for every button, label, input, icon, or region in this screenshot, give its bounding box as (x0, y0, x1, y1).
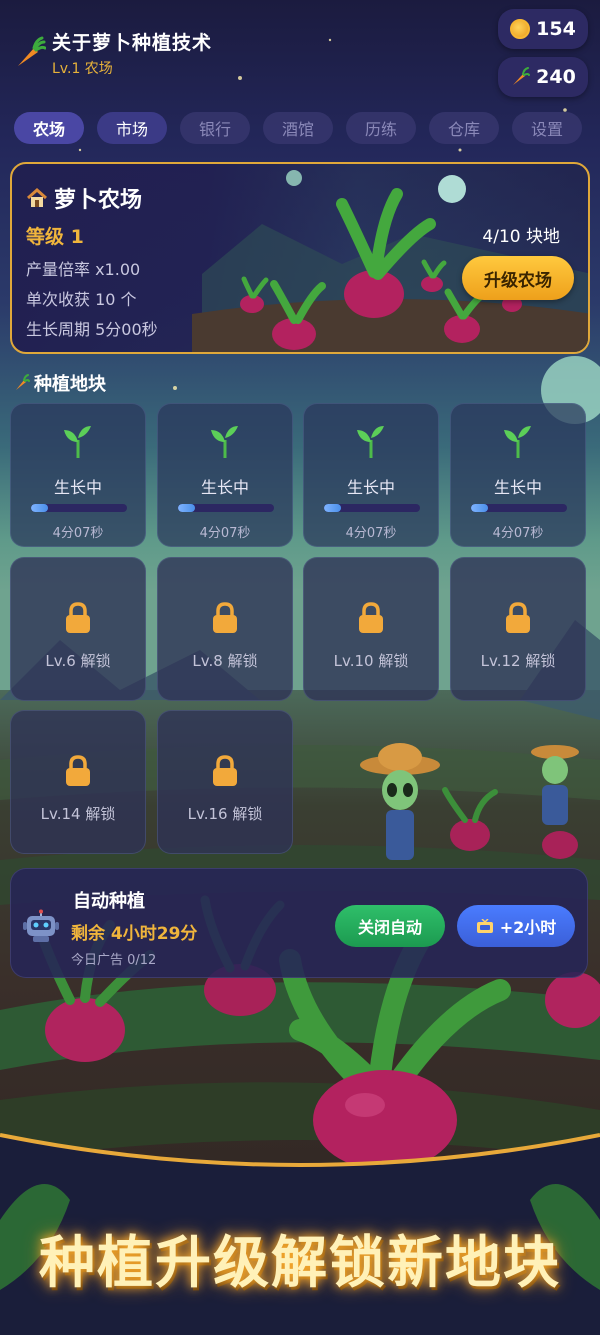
unlock-requirement: Lv.8 解锁 (192, 652, 258, 670)
tab-tavern[interactable]: 酒馆 (263, 112, 333, 144)
growth-progress-bar (471, 504, 567, 512)
farm-title: 萝卜农场 (26, 182, 142, 214)
growth-cycle: 生长周期 5分00秒 (26, 320, 158, 339)
lock-icon (359, 602, 383, 633)
tab-bank[interactable]: 银行 (180, 112, 250, 144)
lock-icon (506, 602, 530, 633)
plot-growing-3[interactable]: 生长中 4分07秒 (303, 403, 439, 547)
farm-level: 等级 1 (26, 226, 84, 248)
plot-locked-lv10[interactable]: Lv.10 解锁 (303, 557, 439, 701)
farm-name: 萝卜农场 (54, 188, 143, 213)
plot-locked-lv14[interactable]: Lv.14 解锁 (10, 710, 146, 854)
sprout-icon (357, 426, 384, 458)
upgrade-farm-button[interactable]: 升级农场 (462, 256, 574, 300)
farm-card: 萝卜农场 等级 1 产量倍率 x1.00 单次收获 10 个 生长周期 5分00… (10, 162, 590, 354)
tab-market[interactable]: 市场 (97, 112, 167, 144)
yield-multiplier: 产量倍率 x1.00 (26, 260, 141, 279)
carrot-icon (18, 36, 46, 66)
plot-status: 生长中 (200, 478, 249, 497)
unlock-requirement: Lv.10 解锁 (333, 652, 409, 670)
plot-growing-1[interactable]: 生长中 4分07秒 (10, 403, 146, 547)
plots-section-title: 种植地块 (14, 370, 106, 396)
lock-icon (213, 602, 237, 633)
main-tabs: 农场 市场 银行 酒馆 历练 仓库 设置 (14, 112, 582, 144)
auto-remaining-time: 剩余 4小时29分 (71, 924, 198, 944)
harvest-amount: 单次收获 10 个 (26, 290, 137, 309)
growth-progress-bar (178, 504, 274, 512)
lock-icon (213, 755, 237, 786)
add-2-hours-button[interactable]: +2小时 (457, 905, 575, 947)
plot-timer: 4分07秒 (492, 526, 544, 541)
carrot-icon (513, 67, 531, 85)
coin-icon (510, 19, 531, 39)
sprout-icon (64, 426, 91, 458)
app-title: 关于萝卜种植技术 (52, 32, 213, 54)
farm-level-subtitle: Lv.1 农场 (52, 61, 113, 77)
unlock-requirement: Lv.12 解锁 (480, 652, 556, 670)
plot-timer: 4分07秒 (345, 526, 397, 541)
carrot-count: 240 (536, 66, 576, 88)
unlock-requirement: Lv.14 解锁 (40, 805, 116, 823)
tab-warehouse[interactable]: 仓库 (429, 112, 499, 144)
plot-status: 生长中 (493, 478, 542, 497)
close-auto-button[interactable]: 关闭自动 (335, 905, 445, 947)
plot-locked-lv6[interactable]: Lv.6 解锁 (10, 557, 146, 701)
plots-count: 4/10 块地 (482, 227, 560, 247)
tab-training[interactable]: 历练 (346, 112, 416, 144)
carrot-balance[interactable]: 240 (498, 57, 588, 97)
lock-icon (66, 755, 90, 786)
auto-planting-panel: 自动种植 剩余 4小时29分 今日广告 0/12 关闭自动 +2小时 (10, 868, 588, 978)
unlock-requirement: Lv.16 解锁 (187, 805, 263, 823)
promo-banner-text: 种植升级解锁新地块 (39, 1231, 561, 1296)
lock-icon (66, 602, 90, 633)
plot-growing-2[interactable]: 生长中 4分07秒 (157, 403, 293, 547)
plot-growing-4[interactable]: 生长中 4分07秒 (450, 403, 586, 547)
robot-icon (23, 909, 59, 942)
coin-balance[interactable]: 154 (498, 9, 588, 49)
unlock-requirement: Lv.6 解锁 (45, 652, 111, 670)
coin-count: 154 (536, 18, 576, 40)
auto-planting-title: 自动种植 (73, 891, 145, 912)
plot-locked-lv8[interactable]: Lv.8 解锁 (157, 557, 293, 701)
sprout-icon (504, 426, 531, 458)
sprout-icon (211, 426, 238, 458)
plot-timer: 4分07秒 (52, 526, 104, 541)
growth-progress-bar (324, 504, 420, 512)
daily-ads-count: 今日广告 0/12 (71, 953, 157, 968)
plot-locked-lv16[interactable]: Lv.16 解锁 (157, 710, 293, 854)
plot-locked-lv12[interactable]: Lv.12 解锁 (450, 557, 586, 701)
tab-farm[interactable]: 农场 (14, 112, 84, 144)
tv-icon (476, 918, 493, 933)
plot-timer: 4分07秒 (199, 526, 251, 541)
house-icon (27, 187, 47, 207)
tab-settings[interactable]: 设置 (512, 112, 582, 144)
top-header: 关于萝卜种植技术 Lv.1 农场 154 240 (0, 0, 600, 100)
app-title-row: 关于萝卜种植技术 Lv.1 农场 (12, 28, 212, 78)
plot-status: 生长中 (53, 478, 102, 497)
growth-progress-bar (31, 504, 127, 512)
plots-title: 种植地块 (34, 374, 106, 395)
carrot-icon (16, 374, 30, 390)
plot-status: 生长中 (346, 478, 395, 497)
add-2-hours-label: +2小时 (499, 918, 557, 937)
